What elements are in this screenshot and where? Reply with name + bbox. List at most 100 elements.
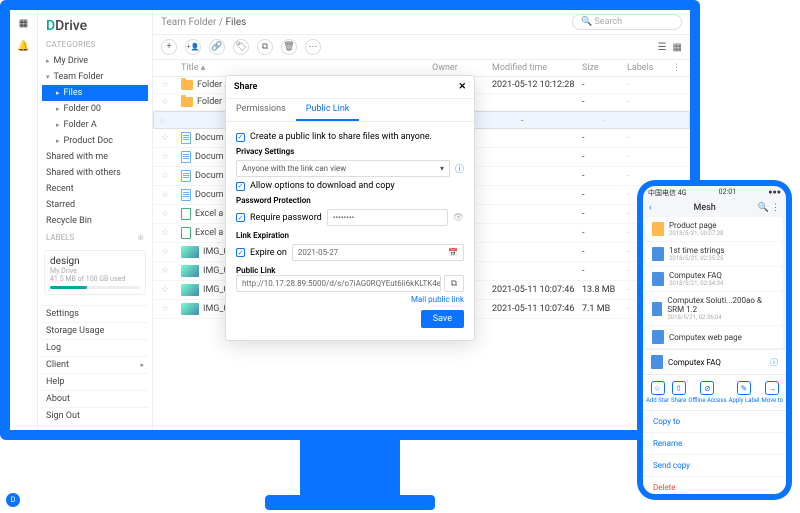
sidebar-item-folderA[interactable]: ▸Folder A (42, 117, 148, 133)
sidebar-item-teamfolder[interactable]: ▾Team Folder (42, 69, 148, 85)
sidebar-item-shared-others[interactable]: Shared with others (42, 165, 148, 181)
phone-menu-copy-to[interactable]: Copy to (643, 411, 786, 433)
sidebar-item-folder00[interactable]: ▸Folder 00 (42, 101, 148, 117)
sidebar-item-recycle[interactable]: Recycle Bin (42, 213, 148, 229)
star-icon[interactable]: ☆ (161, 190, 181, 200)
password-input[interactable]: •••••••• (327, 209, 448, 226)
phone-action-offline-access[interactable]: ⊘Offline Access (688, 381, 726, 404)
eye-icon[interactable]: 👁 (453, 213, 464, 223)
copy-link-button[interactable]: ⧉ (444, 275, 464, 292)
star-icon[interactable]: ☆ (159, 116, 166, 125)
phone-title: Mesh (693, 203, 715, 213)
col-title[interactable]: Title ▴ (181, 63, 432, 73)
phone-action-move-to[interactable]: →Move to (762, 381, 783, 404)
delete-button[interactable]: 🗑 (281, 39, 297, 55)
phone-file-row[interactable]: 1st time strings2018/5/21, 02:35:25 (646, 242, 783, 266)
info-icon[interactable]: ⓘ (770, 357, 778, 368)
add-label-icon[interactable]: ⊕ (137, 233, 144, 242)
close-icon[interactable]: ✕ (458, 82, 466, 92)
expire-date-input[interactable]: 2021-05-27📅 (292, 244, 464, 261)
phone-back-icon[interactable]: ‹ (649, 203, 652, 213)
link-settings[interactable]: Settings (42, 305, 148, 322)
star-icon[interactable]: ☆ (161, 171, 181, 181)
col-labels[interactable]: Labels (627, 63, 672, 73)
file-size: - (582, 228, 627, 238)
bell-icon[interactable]: 🔔 (17, 41, 29, 52)
file-label: - (627, 80, 672, 90)
star-icon[interactable]: ☆ (161, 266, 181, 276)
link-client[interactable]: Client▸ (42, 356, 148, 373)
phone-menu-send-copy[interactable]: Send copy (643, 455, 786, 477)
sidebar-item-shared-me[interactable]: Shared with me (42, 149, 148, 165)
col-owner[interactable]: Owner (432, 63, 492, 73)
col-size[interactable]: Size (582, 63, 627, 73)
checkbox-allow-download[interactable]: ✓ (236, 182, 245, 191)
info-icon[interactable]: ⓘ (455, 162, 464, 175)
action-icon: ⊘ (700, 381, 714, 395)
link-button[interactable]: 🔗 (209, 39, 225, 55)
file-label: - (627, 152, 672, 162)
grid-view-icon[interactable]: ▦ (673, 42, 682, 53)
star-icon[interactable]: ☆ (161, 209, 181, 219)
col-modified[interactable]: Modified time (492, 63, 582, 73)
star-icon[interactable]: ☆ (161, 228, 181, 238)
link-signout[interactable]: Sign Out (42, 407, 148, 424)
save-button[interactable]: Save (421, 310, 464, 328)
avatar[interactable]: D (6, 493, 20, 507)
chevron-down-icon: ▾ (440, 164, 444, 173)
star-icon[interactable]: ☆ (161, 152, 181, 162)
phone-menu-rename[interactable]: Rename (643, 433, 786, 455)
phone-delete[interactable]: Delete (643, 477, 786, 494)
selected-file: Computex FAQ (668, 358, 721, 367)
phone-file-row[interactable]: Computex web page (646, 326, 783, 348)
phone-action-apply-label[interactable]: ✎Apply Label (729, 381, 760, 404)
file-modified: 2021-05-12 10:12:28 (492, 80, 582, 90)
star-icon[interactable]: ☆ (161, 97, 181, 107)
checkbox-expire[interactable]: ✓ (236, 248, 245, 257)
phone-search-icon[interactable]: 🔍 (758, 203, 769, 213)
link-storage-usage[interactable]: Storage Usage (42, 322, 148, 339)
breadcrumb[interactable]: Team Folder / Files (161, 17, 246, 28)
apps-icon[interactable]: ▦ (19, 18, 28, 29)
phone-action-share[interactable]: ⇧Share (671, 381, 686, 404)
privacy-select[interactable]: Anyone with the link can view▾ (236, 160, 450, 177)
star-icon[interactable]: ☆ (161, 133, 181, 143)
file-size: - (582, 266, 627, 276)
tab-public-link[interactable]: Public Link (296, 99, 360, 121)
phone-file-row[interactable]: Product page2018/5/21, 00:07:38 (646, 217, 783, 241)
phone-file-date: 2018/5/21, 02:35:25 (669, 255, 724, 262)
copy-button[interactable]: ⧉ (257, 39, 273, 55)
link-log[interactable]: Log (42, 339, 148, 356)
phone-more-icon[interactable]: ⋮ (771, 203, 780, 213)
sidebar-item-mydrive[interactable]: ▸My Drive (42, 53, 148, 69)
sidebar-item-starred[interactable]: Starred (42, 197, 148, 213)
link-about[interactable]: About (42, 390, 148, 407)
mail-link[interactable]: Mail public link (236, 295, 464, 304)
phone-file-name: Computex Soluti...200ao & SRM 1.2 (667, 296, 777, 314)
checkbox-require-password[interactable]: ✓ (236, 213, 245, 222)
star-icon[interactable]: ☆ (161, 304, 181, 314)
star-icon[interactable]: ☆ (161, 247, 181, 257)
phone-action-add-star[interactable]: ☆Add Star (646, 381, 669, 404)
add-user-button[interactable]: +👤 (185, 39, 201, 55)
list-view-icon[interactable]: ☰ (658, 42, 667, 53)
phone-file-row[interactable]: Computex FAQ2018/5/21, 02:34:34 (646, 267, 783, 291)
add-button[interactable]: + (161, 39, 177, 55)
star-icon[interactable]: ☆ (161, 285, 181, 295)
link-help[interactable]: Help (42, 373, 148, 390)
tab-permissions[interactable]: Permissions (226, 99, 296, 121)
public-link-input[interactable]: http://10.17.28.89:5000/d/s/o7iAG0RQYEut… (236, 275, 441, 292)
file-label: - (627, 133, 672, 143)
sidebar-item-recent[interactable]: Recent (42, 181, 148, 197)
phone-status-bar: 中国电信 4G02:01●●● (643, 186, 786, 200)
phone-file-row[interactable]: Computex Soluti...200ao & SRM 1.22018/5/… (646, 292, 783, 325)
checkbox-create-link[interactable]: ✓ (236, 133, 245, 142)
search-input[interactable]: 🔍 Search (572, 14, 682, 30)
sidebar-item-files[interactable]: ▸Files (42, 85, 148, 101)
col-menu-icon[interactable]: ⋮ (672, 63, 682, 73)
more-button[interactable]: ⋯ (305, 39, 321, 55)
star-icon[interactable]: ☆ (161, 80, 181, 90)
sidebar-item-productdoc[interactable]: ▸Product Doc (42, 133, 148, 149)
tag-button[interactable]: 🏷 (233, 39, 249, 55)
phone-file-date: 2018/5/21, 00:07:38 (669, 230, 723, 237)
